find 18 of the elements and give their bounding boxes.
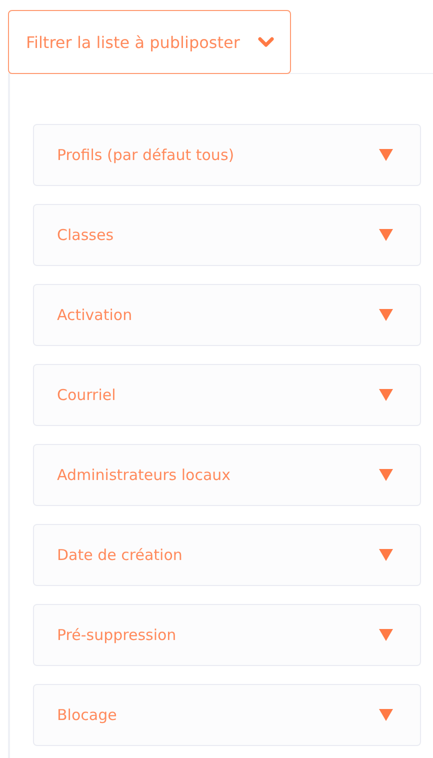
triangle-icon [379,389,393,401]
triangle-icon [379,629,393,641]
filter-section[interactable]: Blocage [33,684,421,746]
filter-section[interactable]: Activation [33,284,421,346]
triangle-icon [379,149,393,161]
triangle-icon [379,229,393,241]
filter-section[interactable]: Classes [33,204,421,266]
filter-section[interactable]: Courriel [33,364,421,426]
chevron-icon [258,36,274,48]
filter-section[interactable]: Administrateurs locaux [33,444,421,506]
triangle-icon [379,709,393,721]
filter-section[interactable]: Pré-suppression [33,604,421,666]
triangle-icon [379,549,393,561]
triangle-icon [379,469,393,481]
filter-section[interactable]: Profils (par défaut tous) [33,124,421,186]
filter-dropdown-button[interactable]: Filtrer la liste à publiposter [8,10,291,74]
triangle-icon [379,309,393,321]
filter-section[interactable]: Date de création [33,524,421,586]
